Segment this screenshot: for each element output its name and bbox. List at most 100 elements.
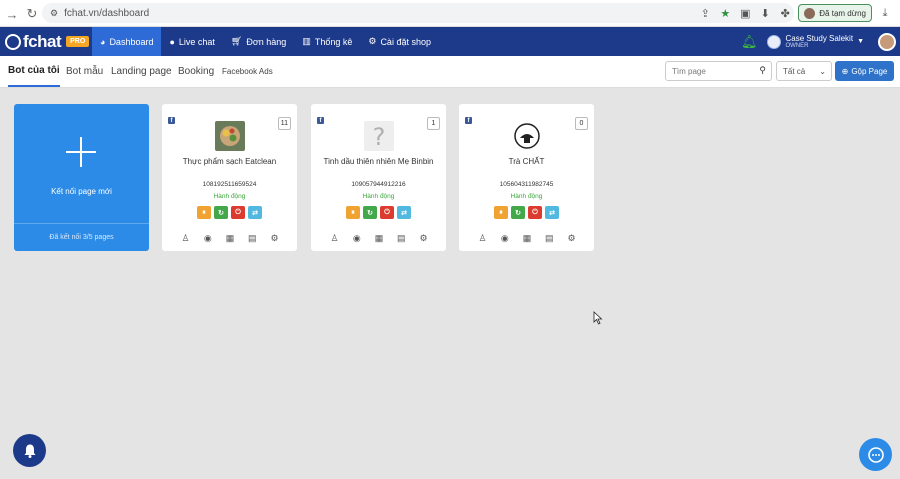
merge-page-button[interactable]: ⊕ Gộp Page xyxy=(835,61,894,81)
gear-icon[interactable]: ⚙ xyxy=(418,233,429,244)
tab-booking[interactable]: Booking xyxy=(178,56,214,87)
user-avatar xyxy=(767,34,782,49)
page-tools: ♙ ◉ ▦ ▤ ⚙ xyxy=(477,233,577,244)
filter-value: Tất cả xyxy=(783,66,806,76)
menu-orders[interactable]: 🛒︎ Đơn hàng xyxy=(223,27,294,56)
fchat-logo[interactable]: fchat PRO xyxy=(0,27,92,56)
user-icon[interactable]: ♙ xyxy=(477,233,488,244)
connected-count: Đã kết nối 3/5 pages xyxy=(14,223,149,251)
power-button[interactable]: ⏻ xyxy=(528,206,542,219)
menu-statistics[interactable]: ▥ Thống kê xyxy=(294,27,360,56)
refresh-button[interactable]: ↻ xyxy=(511,206,525,219)
action-buttons: ⏸ ↻ ⏻ ⇄ xyxy=(494,206,559,219)
tab-my-bots[interactable]: Bot của tôi xyxy=(8,56,60,87)
page-name[interactable]: Thực phẩm sạch Eatclean xyxy=(162,157,297,166)
transfer-button[interactable]: ⇄ xyxy=(397,206,411,219)
download-icon[interactable]: ⤓ xyxy=(878,6,892,20)
chevron-down-icon: ▼ xyxy=(857,38,864,45)
user-icon[interactable]: ♙ xyxy=(329,233,340,244)
window-icon[interactable]: ▤ xyxy=(247,233,258,244)
profile-paused-pill[interactable]: Đã tạm dừng xyxy=(798,4,872,22)
transfer-button[interactable]: ⇄ xyxy=(545,206,559,219)
power-button[interactable]: ⏻ xyxy=(231,206,245,219)
mouse-cursor-icon xyxy=(593,311,603,325)
logo-mark-icon xyxy=(5,33,21,50)
menu-dashboard[interactable]: ◕ Dashboard xyxy=(92,27,162,56)
address-bar[interactable]: ⚙ fchat.vn/dashboard xyxy=(42,3,794,23)
user-menu[interactable]: Case Study Salekit OWNER ▼ xyxy=(767,34,864,49)
merge-icon: ⊕ xyxy=(841,66,849,76)
refresh-button[interactable]: ↻ xyxy=(363,206,377,219)
page-id: 109057944912216 xyxy=(351,181,406,188)
window-icon[interactable]: ▤ xyxy=(544,233,555,244)
qr-code-icon[interactable]: ▦ xyxy=(225,233,236,244)
menu-label: Thống kê xyxy=(314,36,353,47)
plus-icon xyxy=(66,137,96,167)
chevron-down-icon: ⌄ xyxy=(819,66,826,76)
user-icon[interactable]: ♙ xyxy=(180,233,191,244)
gear-icon[interactable]: ⚙ xyxy=(566,233,577,244)
facebook-icon: f xyxy=(168,117,175,124)
search-page-input[interactable]: Tìm page ⚲ xyxy=(665,61,772,81)
messenger-icon[interactable]: ◉ xyxy=(202,233,213,244)
search-icon[interactable]: ⚲ xyxy=(759,65,766,76)
bell-icon xyxy=(24,444,35,458)
page-thumbnail[interactable]: ? xyxy=(364,121,394,151)
menu-live-chat[interactable]: ● Live chat xyxy=(161,27,222,56)
menu-label: Cài đặt shop xyxy=(380,36,431,47)
tab-landing-page[interactable]: Landing page xyxy=(111,56,172,87)
page-name[interactable]: Trà CHẤT xyxy=(459,157,594,166)
page-tools: ♙ ◉ ▦ ▤ ⚙ xyxy=(180,233,280,244)
menu-shop-settings[interactable]: ⚙ Cài đặt shop xyxy=(360,27,439,56)
refresh-button[interactable]: ↻ xyxy=(214,206,228,219)
logo-text: fchat xyxy=(23,31,62,51)
browser-extensions: ⇪ ★ ▣ ⬇ ✤ Đã tạm dừng ⤓ xyxy=(698,3,892,23)
qr-code-icon[interactable]: ▦ xyxy=(374,233,385,244)
extension-download-icon[interactable]: ⬇ xyxy=(758,6,772,20)
pause-button[interactable]: ⏸ xyxy=(197,206,211,219)
tabs-bar: Bot của tôi Bot mẫu Landing page Booking… xyxy=(0,56,900,88)
menu-label: Live chat xyxy=(178,36,215,47)
profile-avatar[interactable] xyxy=(878,32,896,51)
tab-bot-templates[interactable]: Bot mẫu xyxy=(66,56,103,87)
messenger-icon[interactable]: ◉ xyxy=(499,233,510,244)
notification-bell-button[interactable] xyxy=(13,434,46,467)
page-thumbnail[interactable] xyxy=(512,121,542,151)
page-card: f 1 ? Tinh dầu thiên nhiên Mẹ Binbin 109… xyxy=(311,104,446,251)
tab-facebook-ads[interactable]: Facebook Ads xyxy=(222,56,273,87)
messenger-icon[interactable]: ◉ xyxy=(351,233,362,244)
qr-code-icon[interactable]: ▦ xyxy=(522,233,533,244)
pause-label: Đã tạm dừng xyxy=(819,8,866,18)
user-name: Case Study Salekit xyxy=(785,34,854,43)
page-tools: ♙ ◉ ▦ ▤ ⚙ xyxy=(329,233,429,244)
page-thumbnail[interactable] xyxy=(215,121,245,151)
bar-chart-icon: ▥ xyxy=(302,36,311,46)
facebook-icon: f xyxy=(465,117,472,124)
action-label: Hành động xyxy=(510,193,543,200)
count-badge: 11 xyxy=(277,117,291,130)
count-badge: 1 xyxy=(427,117,440,130)
puzzle-icon[interactable]: ✤ xyxy=(778,6,792,20)
dashboard-icon: ◕ xyxy=(100,36,106,47)
star-icon[interactable]: ★ xyxy=(718,6,732,20)
pause-button[interactable]: ⏸ xyxy=(346,206,360,219)
extension-translate-icon[interactable]: ▣ xyxy=(738,6,752,20)
page-filter-select[interactable]: Tất cả ⌄ xyxy=(776,61,832,81)
gear-icon[interactable]: ⚙ xyxy=(269,233,280,244)
reload-icon[interactable]: ↻ xyxy=(22,4,42,24)
power-button[interactable]: ⏻ xyxy=(380,206,394,219)
transfer-button[interactable]: ⇄ xyxy=(248,206,262,219)
page-name[interactable]: Tinh dầu thiên nhiên Mẹ Binbin xyxy=(311,157,446,166)
page-card: f 11 Thực phẩm sạch Eatclean 10819251165… xyxy=(162,104,297,251)
settings-icon: ⚙ xyxy=(368,36,377,46)
site-info-icon[interactable]: ⚙ xyxy=(50,8,58,19)
window-icon[interactable]: ▤ xyxy=(396,233,407,244)
connect-page-card[interactable]: Kết nối page mới Đã kết nối 3/5 pages xyxy=(14,104,149,251)
back-arrow-icon[interactable]: → xyxy=(2,4,22,24)
pause-button[interactable]: ⏸ xyxy=(494,206,508,219)
header-right: 🔔︎ Case Study Salekit OWNER ▼ xyxy=(741,27,900,56)
share-icon[interactable]: ⇪ xyxy=(698,6,712,20)
bell-icon[interactable]: 🔔︎ xyxy=(741,34,758,50)
chat-support-button[interactable] xyxy=(859,438,892,471)
page-card: f 0 Trà CHẤT 105604311982745 Hành động ⏸… xyxy=(459,104,594,251)
